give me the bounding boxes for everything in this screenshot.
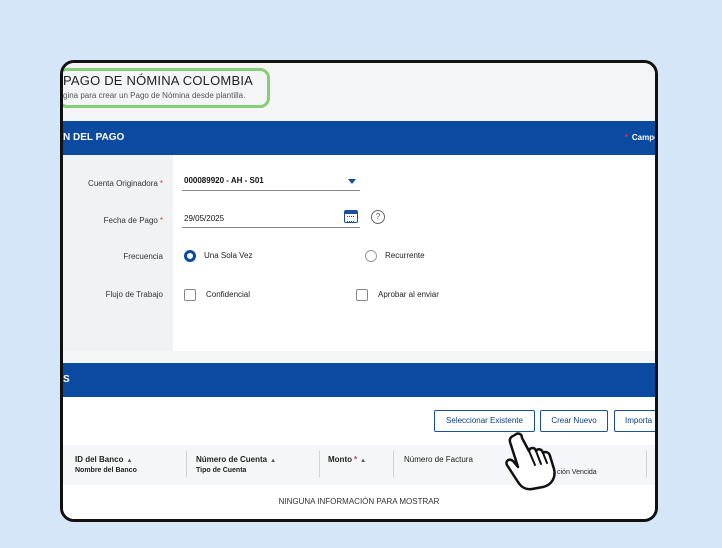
required-fields-note: * Campo <box>624 133 658 142</box>
col-vencida-label: ción Vencida <box>557 469 597 476</box>
cuenta-label: Cuenta Originadora * <box>88 179 163 188</box>
column-divider <box>319 451 320 477</box>
cuenta-originadora-select[interactable]: 000089920 - AH - S01 <box>182 172 360 191</box>
radio-recurrente-label[interactable]: Recurrente <box>385 251 425 260</box>
column-divider <box>393 451 394 477</box>
column-divider <box>646 451 647 477</box>
checkbox-aprobar-label[interactable]: Aprobar al enviar <box>378 290 439 299</box>
required-asterisk: * <box>624 133 628 142</box>
col-nombre-banco: Nombre del Banco <box>75 467 137 474</box>
col-fecha-vencida[interactable]: ción Vencida <box>557 455 597 476</box>
import-button[interactable]: Importa <box>614 410 655 432</box>
required-note-label: Campo <box>631 133 658 142</box>
col-numero-cuenta[interactable]: Número de Cuenta ▲ Tipo de Cuenta <box>196 455 276 474</box>
radio-una-sola-vez-label[interactable]: Una Sola Vez <box>204 251 252 260</box>
section-title: S <box>63 374 70 385</box>
required-asterisk: * <box>354 455 358 464</box>
title-highlight-outline <box>63 68 270 108</box>
checkbox-confidencial-label[interactable]: Confidencial <box>206 290 250 299</box>
radio-recurrente[interactable] <box>365 250 377 262</box>
fecha-pago-input[interactable]: 29/05/2025 <box>182 209 360 228</box>
column-divider <box>186 451 187 477</box>
page-header: PAGO DE NÓMINA COLOMBIA gina para crear … <box>63 63 655 110</box>
beneficiaries-section-header: S <box>63 363 655 397</box>
fecha-label: Fecha de Pago * <box>103 216 163 225</box>
required-asterisk: * <box>159 179 163 188</box>
col-numero-factura[interactable]: Número de Factura <box>404 455 473 464</box>
payment-info-section-header: N DEL PAGO * Campo <box>63 121 655 155</box>
form-label-column: Cuenta Originadora * Fecha de Pago * Frecu… <box>63 155 173 351</box>
checkbox-aprobar-al-enviar[interactable] <box>356 289 368 301</box>
empty-table-message: NINGUNA INFORMACIÓN PARA MOSTRAR <box>278 497 440 506</box>
col-tipo-cuenta: Tipo de Cuenta <box>196 467 247 474</box>
help-icon[interactable]: ? <box>371 210 385 224</box>
hand-pointer-cursor-icon <box>505 432 556 491</box>
radio-una-sola-vez[interactable] <box>184 250 196 262</box>
chevron-down-icon[interactable] <box>348 179 356 184</box>
col-id-banco[interactable]: ID del Banco ▲ Nombre del Banco <box>75 455 137 474</box>
checkbox-confidencial[interactable] <box>184 289 196 301</box>
fecha-value: 29/05/2025 <box>184 214 225 223</box>
sort-asc-icon: ▲ <box>270 458 277 464</box>
app-window: PAGO DE NÓMINA COLOMBIA gina para crear … <box>60 60 658 522</box>
sort-asc-icon: ▲ <box>360 458 367 464</box>
frecuencia-label: Frecuencia <box>123 252 163 261</box>
cuenta-value: 000089920 - AH - S01 <box>184 176 264 185</box>
sort-asc-icon: ▲ <box>126 458 133 464</box>
calendar-icon[interactable] <box>344 210 358 223</box>
col-monto[interactable]: Monto * ▲ <box>328 455 366 464</box>
flujo-label: Flujo de Trabajo <box>105 290 163 299</box>
required-asterisk: * <box>159 216 163 225</box>
section-title: N DEL PAGO <box>63 132 125 143</box>
